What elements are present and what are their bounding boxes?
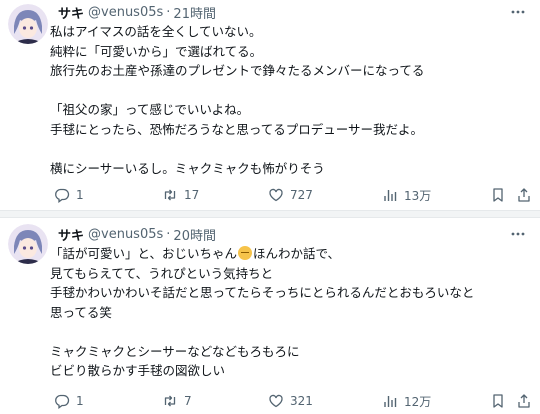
like-count: 321 <box>290 394 313 408</box>
share-button[interactable] <box>516 184 538 206</box>
author-handle[interactable]: @venus05s <box>88 227 163 242</box>
author-name[interactable]: サキ <box>58 3 84 22</box>
more-icon[interactable] <box>508 2 528 22</box>
reply-icon <box>55 394 70 409</box>
tweet[interactable]: サキ @venus05s · 21時間 私はアイマスの話を全くしていない。 純粋… <box>0 0 540 210</box>
heart-icon <box>269 188 283 202</box>
reply-button[interactable]: 1 <box>54 184 84 206</box>
retweet-count: 7 <box>184 394 192 408</box>
reply-count: 1 <box>76 188 84 202</box>
bookmark-icon <box>493 394 503 408</box>
retweet-count: 17 <box>184 188 200 202</box>
timestamp[interactable]: 20時間 <box>173 225 216 244</box>
tweet-text: 私はアイマスの話を全くしていない。 純粋に「可愛いから」で選ばれてる。 旅行先の… <box>50 22 530 178</box>
share-button[interactable] <box>516 390 538 412</box>
retweet-icon <box>164 189 176 201</box>
tweet-text: 「話が可愛い」と、おじいちゃん ほんわか話で、 見てもらえてて、うれぴという気持ち… <box>50 244 530 381</box>
share-icon <box>518 188 530 202</box>
tweet-line: 私はアイマスの話を全くしていない。 <box>50 24 262 39</box>
tweet-line: ミャクミャクとシーサーなどなどもろもろに <box>50 343 300 359</box>
tweet-divider <box>0 210 540 218</box>
tweet-header: サキ @venus05s · 20時間 <box>58 224 216 244</box>
retweet-icon <box>164 395 176 407</box>
separator-dot: · <box>166 226 171 242</box>
timestamp[interactable]: 21時間 <box>173 3 216 22</box>
tweet-line: 旅行先のお土産や孫達のプレゼントで錚々たるメンバーになってる <box>50 63 425 78</box>
tweet-line: ビビり散らかす手毬の図欲しい <box>50 363 226 378</box>
tweet-text-segment: 「話が可愛い」と、おじいちゃん <box>50 246 238 261</box>
tweet-line: 手毬かわいかわいそ話だと思ってたらそっちにとられるんだとおもろいなと <box>50 285 475 300</box>
view-count: 13万 <box>404 188 432 203</box>
reply-count: 1 <box>76 394 84 408</box>
avatar[interactable] <box>8 224 48 264</box>
retweet-button[interactable]: 17 <box>162 184 199 206</box>
views-icon <box>384 396 397 407</box>
tweet-line: 「話が可愛い」と、おじいちゃん ほんわか話で、 <box>50 244 530 264</box>
action-bar: 1 7 321 12万 <box>54 390 534 412</box>
retweet-button[interactable]: 7 <box>162 390 192 412</box>
tweet[interactable]: サキ @venus05s · 20時間 「話が可愛い」と、おじいちゃん ほんわか話… <box>0 218 540 414</box>
tweet-line: 純粋に「可愛いから」で選ばれてる。 <box>50 43 263 59</box>
tweet-text-segment: ほんわか話で、 <box>253 246 341 261</box>
share-icon <box>518 394 530 408</box>
like-button[interactable]: 321 <box>268 390 313 412</box>
smiling-face-emoji-icon <box>238 246 253 260</box>
tweet-line: 横にシーサーいるし。ミャクミャクも怖がりそう <box>50 160 325 176</box>
like-count: 727 <box>290 188 313 202</box>
timeline-feed: サキ @venus05s · 21時間 私はアイマスの話を全くしていない。 純粋… <box>0 0 540 414</box>
bookmark-button[interactable] <box>490 390 512 412</box>
action-bar: 1 17 727 13万 <box>54 184 534 206</box>
tweet-line: 「祖父の家」って感じでいいよね。 <box>50 102 250 117</box>
views-icon <box>384 190 397 201</box>
avatar[interactable] <box>8 4 48 44</box>
author-handle[interactable]: @venus05s <box>88 5 163 20</box>
separator-dot: · <box>166 4 171 20</box>
tweet-header: サキ @venus05s · 21時間 <box>58 2 216 22</box>
tweet-line: 手毬にとったら、恐怖だろうなと思ってるプロデューサー我だよ。 <box>50 121 424 137</box>
like-button[interactable]: 727 <box>268 184 313 206</box>
views-button[interactable]: 13万 <box>382 184 431 206</box>
bookmark-icon <box>493 188 503 202</box>
author-name[interactable]: サキ <box>58 225 84 244</box>
tweet-line: 見てもらえてて、うれぴという気持ちと <box>50 265 274 281</box>
reply-button[interactable]: 1 <box>54 390 84 412</box>
more-icon[interactable] <box>508 224 528 244</box>
view-count: 12万 <box>404 394 432 409</box>
heart-icon <box>269 394 283 408</box>
reply-icon <box>55 188 70 203</box>
bookmark-button[interactable] <box>490 184 512 206</box>
views-button[interactable]: 12万 <box>382 390 431 412</box>
tweet-line: 思ってる笑 <box>50 304 112 320</box>
